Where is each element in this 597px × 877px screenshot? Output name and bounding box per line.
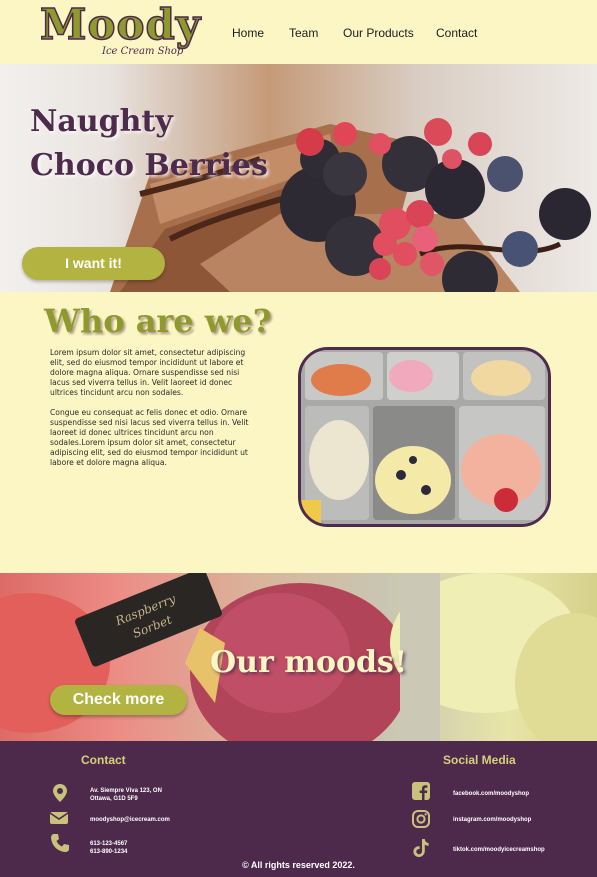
about-paragraph-1: Lorem ipsum dolor sit amet, consectetur … bbox=[50, 348, 246, 397]
email-link[interactable]: moodyshop@icecream.com bbox=[90, 816, 170, 824]
logo[interactable]: Moody Ice Cream Shop bbox=[39, 1, 201, 62]
phone-1[interactable]: 613-123-4567 bbox=[90, 840, 127, 848]
moods-title: Our moods! bbox=[210, 645, 407, 680]
phone-numbers: 613-123-4567 613-890-1234 bbox=[90, 840, 127, 856]
about-paragraph-2: Congue eu consequat ac felis donec et od… bbox=[50, 408, 249, 467]
location-pin-icon bbox=[53, 784, 67, 802]
hero-title-line1: Naughty bbox=[30, 104, 173, 139]
address-line-2: Ottawa, G1D 5F9 bbox=[90, 796, 138, 802]
site-footer: Contact Social Media Av. Siempre Viva 12… bbox=[0, 741, 597, 877]
i-want-it-button[interactable]: I want it! bbox=[22, 247, 165, 280]
nav-contact[interactable]: Contact bbox=[436, 26, 477, 40]
logo-name: Moody bbox=[39, 0, 202, 49]
address: Av. Siempre Viva 123, ON Ottawa, G1D 5F9 bbox=[90, 787, 162, 803]
social-media-heading: Social Media bbox=[443, 753, 516, 767]
check-more-button[interactable]: Check more bbox=[50, 685, 187, 715]
nav-team[interactable]: Team bbox=[289, 26, 318, 40]
facebook-link[interactable]: facebook.com/moodyshop bbox=[453, 790, 529, 798]
hero-title: Naughty Choco Berries bbox=[30, 100, 268, 188]
phone-icon bbox=[51, 834, 69, 852]
tiktok-link[interactable]: tiktok.com/moodyicecreamshop bbox=[453, 846, 545, 854]
instagram-link[interactable]: instagram.com/moodyshop bbox=[453, 816, 531, 824]
nav-home[interactable]: Home bbox=[232, 26, 264, 40]
nav-our-products[interactable]: Our Products bbox=[343, 26, 414, 40]
tiktok-icon[interactable] bbox=[411, 838, 431, 858]
contact-heading: Contact bbox=[81, 753, 126, 767]
about-section: Who are we? Lorem ipsum dolor sit amet, … bbox=[0, 292, 597, 573]
instagram-icon[interactable] bbox=[411, 809, 431, 829]
envelope-icon bbox=[49, 812, 69, 824]
facebook-icon[interactable] bbox=[411, 781, 431, 801]
site-header: Moody Ice Cream Shop Home Team Our Produ… bbox=[0, 0, 597, 64]
logo-subtitle: Ice Cream Shop bbox=[102, 46, 184, 57]
moods-banner: Raspberry Sorbet Our moods! Check more bbox=[0, 573, 597, 741]
copyright: © All rights reserved 2022. bbox=[242, 860, 355, 870]
hero-title-line2: Choco Berries bbox=[30, 148, 268, 183]
hero-banner: Naughty Choco Berries I want it! bbox=[0, 64, 597, 292]
phone-2[interactable]: 613-890-1234 bbox=[90, 848, 127, 856]
page: Moody Ice Cream Shop Home Team Our Produ… bbox=[0, 0, 597, 877]
ice-cream-display-image bbox=[298, 347, 551, 527]
address-line-1: Av. Siempre Viva 123, ON bbox=[90, 788, 162, 794]
about-title: Who are we? bbox=[44, 302, 272, 340]
about-text: Lorem ipsum dolor sit amet, consectetur … bbox=[50, 348, 250, 468]
